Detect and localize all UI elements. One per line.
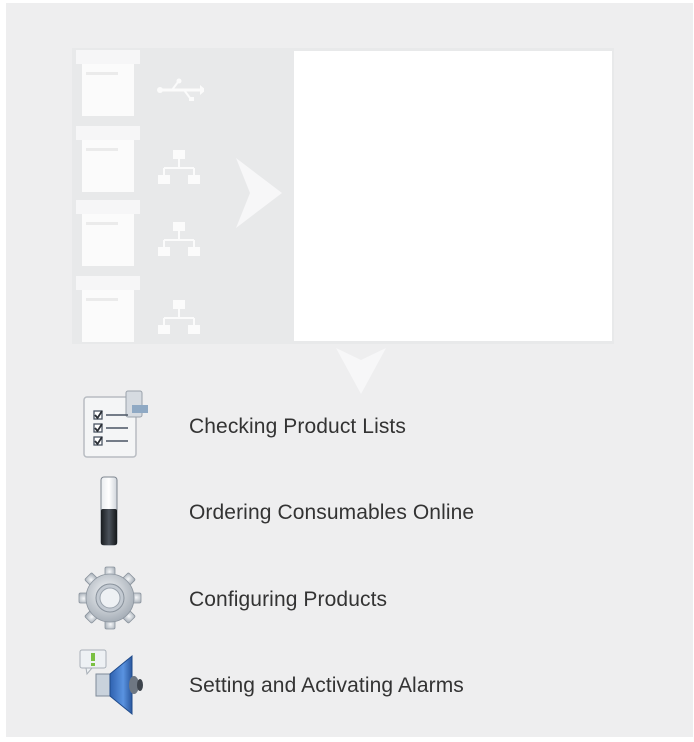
network-icon: [158, 150, 200, 184]
feature-row-configuring-products[interactable]: Configuring Products: [78, 560, 678, 640]
feature-label: Checking Product Lists: [189, 415, 406, 438]
arrow-right-icon: [236, 158, 282, 228]
alarm-speaker-icon: [79, 649, 143, 716]
feature-label: Setting and Activating Alarms: [189, 674, 464, 697]
feature-row-checking-product-lists[interactable]: Checking Product Lists: [78, 387, 678, 467]
network-icon: [158, 222, 200, 256]
feature-row-ordering-consumables[interactable]: Ordering Consumables Online: [78, 473, 678, 553]
feature-label: Configuring Products: [189, 588, 388, 611]
printer-icon: [76, 50, 140, 122]
network-icon: [158, 300, 200, 334]
page-frame: Checking Product Lists Ordering Consumab…: [6, 3, 693, 737]
feature-label: Ordering Consumables Online: [189, 501, 475, 524]
printer-icon: [76, 126, 140, 198]
printer-icon: [76, 200, 140, 272]
feature-row-setting-alarms[interactable]: Setting and Activating Alarms: [78, 646, 678, 726]
checklist-icon: [83, 390, 148, 458]
network-diagram: [72, 48, 614, 344]
usb-icon: [157, 78, 204, 101]
printer-icon: [76, 276, 140, 348]
preview-panel: [294, 51, 612, 341]
gear-icon: [78, 566, 142, 630]
toner-level-icon: [100, 476, 118, 546]
